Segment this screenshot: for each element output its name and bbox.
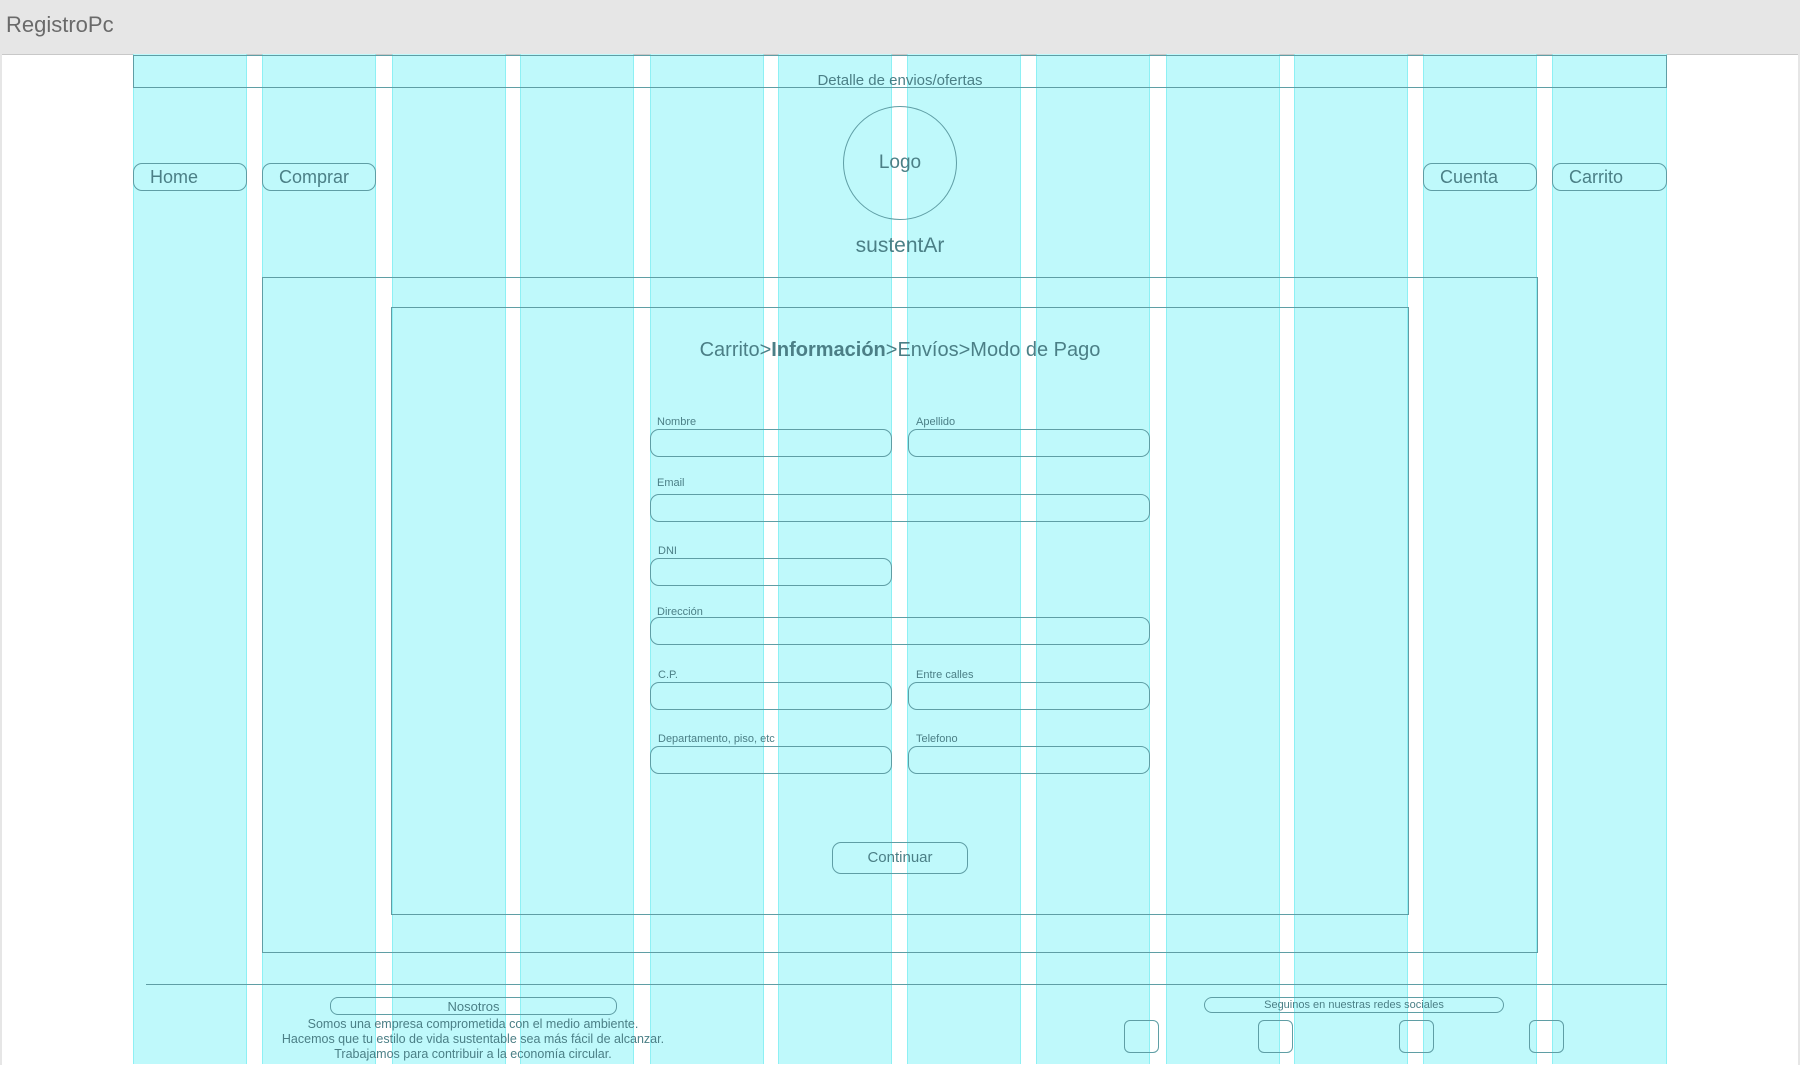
apellido-label: Apellido <box>916 416 956 428</box>
footer-divider <box>146 984 1667 985</box>
social-icon-4[interactable] <box>1529 1020 1564 1053</box>
logo-text: Logo <box>878 152 922 173</box>
breadcrumb-step-envios[interactable]: Envíos <box>897 339 958 361</box>
brand-name: sustentAr <box>855 234 945 257</box>
checkout-panel <box>391 307 1409 915</box>
cp-field[interactable] <box>650 682 892 710</box>
grid-column <box>133 54 247 1064</box>
dni-label: DNI <box>658 545 677 557</box>
social-icon-3[interactable] <box>1399 1020 1434 1053</box>
about-line: Somos una empresa comprometida con el me… <box>307 1017 639 1031</box>
grid-column <box>1552 54 1667 1064</box>
social-icon-1[interactable] <box>1124 1020 1159 1053</box>
about-text: Somos una empresa comprometida con el me… <box>230 1017 716 1062</box>
window-title: RegistroPc <box>6 12 114 37</box>
breadcrumb-step-carrito[interactable]: Carrito <box>700 339 760 361</box>
breadcrumb-separator: > <box>958 339 971 361</box>
social-heading: Seguinos en nuestras redes sociales <box>1204 997 1504 1013</box>
cp-label: C.P. <box>658 669 678 681</box>
nav-cuenta-button[interactable]: Cuenta <box>1423 163 1537 191</box>
nav-home-button[interactable]: Home <box>133 163 247 191</box>
nav-carrito-button[interactable]: Carrito <box>1552 163 1667 191</box>
nombre-field[interactable] <box>650 429 892 457</box>
breadcrumb-separator: > <box>885 339 898 361</box>
email-field[interactable] <box>650 494 1150 522</box>
departamento-field[interactable] <box>650 746 892 774</box>
breadcrumb-separator: > <box>759 339 772 361</box>
continue-button[interactable]: Continuar <box>832 842 968 874</box>
nav-comprar-button[interactable]: Comprar <box>262 163 376 191</box>
entre-calles-label: Entre calles <box>916 669 974 681</box>
departamento-label: Departamento, piso, etc <box>658 733 775 745</box>
email-label: Email <box>657 477 685 489</box>
entre-calles-field[interactable] <box>908 682 1150 710</box>
social-icon-2[interactable] <box>1258 1020 1293 1053</box>
nombre-label: Nombre <box>657 416 697 428</box>
direccion-field[interactable] <box>650 617 1150 645</box>
dni-field[interactable] <box>650 558 892 586</box>
telefono-label: Telefono <box>916 733 958 745</box>
window-titlebar: RegistroPc <box>0 0 1800 53</box>
telefono-field[interactable] <box>908 746 1150 774</box>
breadcrumb-step-informacion: Información <box>771 339 886 361</box>
about-line: Trabajamos para contribuir a la economía… <box>334 1047 612 1061</box>
checkout-breadcrumb: Carrito>Información>Envíos>Modo de Pago <box>391 339 1409 362</box>
breadcrumb-step-modo-de-pago[interactable]: Modo de Pago <box>970 339 1100 361</box>
about-line: Hacemos que tu estilo de vida sustentabl… <box>281 1032 665 1046</box>
nosotros-button[interactable]: Nosotros <box>330 997 617 1015</box>
shipping-banner-text: Detalle de envios/ofertas <box>817 72 983 89</box>
apellido-field[interactable] <box>908 429 1150 457</box>
